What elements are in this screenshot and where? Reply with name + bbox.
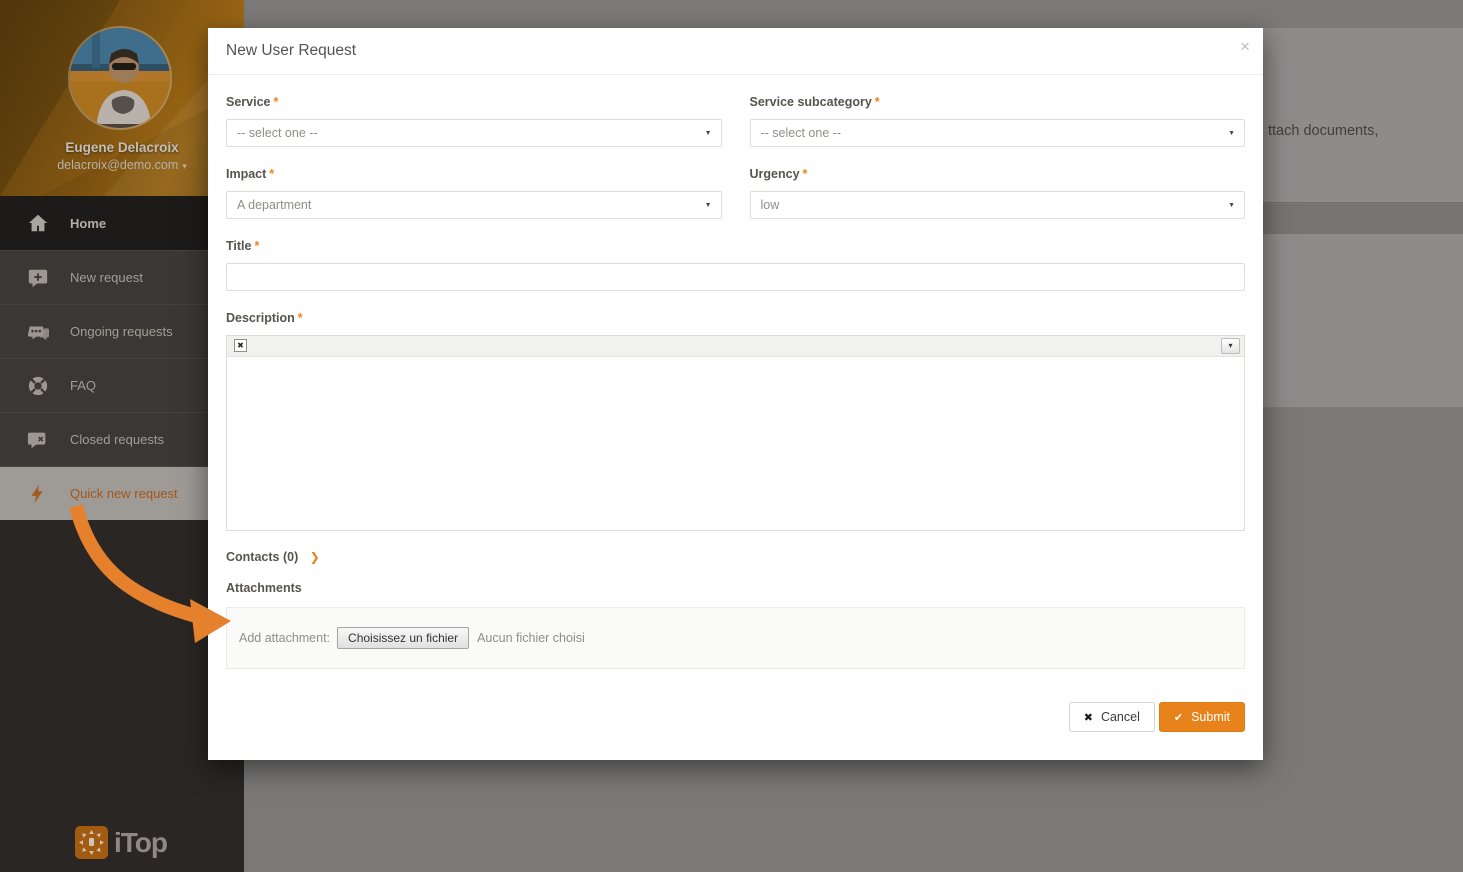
required-marker: * — [298, 311, 303, 325]
contacts-label: Contacts — [226, 550, 279, 564]
contacts-toggle[interactable]: Contacts (0) ❯ — [226, 550, 1245, 564]
modal-header: New User Request × — [208, 28, 1263, 75]
editor-toolbar: ✖ ▾ — [227, 336, 1244, 357]
attachments-label: Attachments — [226, 581, 1245, 595]
dropdown-caret-icon: ▼ — [1228, 130, 1235, 137]
dropdown-caret-icon: ▼ — [1228, 202, 1235, 209]
cancel-x-icon: ✖ — [1084, 711, 1093, 724]
cancel-button-label: Cancel — [1101, 710, 1140, 724]
submit-button-label: Submit — [1191, 710, 1230, 724]
submit-check-icon: ✔ — [1174, 711, 1183, 724]
chevron-down-icon: ▾ — [182, 161, 187, 171]
required-marker: * — [254, 239, 259, 253]
modal-title: New User Request — [226, 42, 356, 60]
required-marker: * — [269, 167, 274, 181]
service-subcategory-field-group: Service subcategory* -- select one -- ▼ — [750, 75, 1246, 147]
itop-logo-text: iTop — [114, 827, 167, 859]
title-label: Title* — [226, 239, 1245, 253]
description-label: Description* — [226, 311, 1245, 325]
background-partial-text: ttach documents, — [1268, 123, 1378, 139]
required-marker: * — [803, 167, 808, 181]
choose-file-button[interactable]: Choisissez un fichier — [337, 627, 469, 649]
collapse-toolbar-button[interactable]: ▾ — [1221, 338, 1240, 354]
user-email: delacroix@demo.com — [57, 158, 178, 172]
service-label: Service* — [226, 95, 722, 109]
impact-label: Impact* — [226, 167, 722, 181]
sidebar-item-label: Home — [70, 216, 106, 231]
impact-select[interactable]: A department ▼ — [226, 191, 722, 219]
service-subcategory-label: Service subcategory* — [750, 95, 1246, 109]
sidebar-item-label: Closed requests — [70, 432, 164, 447]
file-status-text: Aucun fichier choisi — [477, 631, 585, 645]
itop-logo: iTop — [75, 826, 167, 859]
required-marker: * — [875, 95, 880, 109]
service-select-value: -- select one -- — [237, 126, 318, 140]
urgency-label: Urgency* — [750, 167, 1246, 181]
dropdown-caret-icon: ▼ — [705, 202, 712, 209]
cancel-button[interactable]: ✖ Cancel — [1069, 702, 1155, 732]
title-input[interactable] — [226, 263, 1245, 291]
impact-select-value: A department — [237, 198, 311, 212]
description-editor: ✖ ▾ — [226, 335, 1245, 531]
urgency-select-value: low — [761, 198, 780, 212]
sidebar-item-label: New request — [70, 270, 143, 285]
urgency-field-group: Urgency* low ▼ — [750, 147, 1246, 219]
required-marker: * — [273, 95, 278, 109]
description-textarea[interactable] — [227, 357, 1244, 530]
service-select[interactable]: -- select one -- ▼ — [226, 119, 722, 147]
impact-field-group: Impact* A department ▼ — [226, 147, 722, 219]
service-subcategory-select-value: -- select one -- — [761, 126, 842, 140]
sidebar-item-label: Ongoing requests — [70, 324, 173, 339]
service-field-group: Service* -- select one -- ▼ — [226, 75, 722, 147]
service-subcategory-select[interactable]: -- select one -- ▼ — [750, 119, 1246, 147]
broken-image-icon: ✖ — [234, 339, 247, 352]
close-icon[interactable]: × — [1240, 38, 1250, 55]
comments-icon — [27, 321, 49, 343]
add-attachment-label: Add attachment: — [239, 631, 330, 645]
new-user-request-modal: New User Request × Service* -- select on… — [208, 28, 1263, 760]
contacts-count: (0) — [283, 550, 298, 564]
attachments-panel: Add attachment: Choisissez un fichier Au… — [226, 607, 1245, 669]
urgency-select[interactable]: low ▼ — [750, 191, 1246, 219]
submit-button[interactable]: ✔ Submit — [1159, 702, 1245, 732]
itop-logo-icon — [75, 826, 108, 859]
comment-close-icon — [27, 429, 49, 451]
life-ring-icon — [27, 375, 49, 397]
bolt-icon — [27, 483, 49, 505]
chevron-right-icon: ❯ — [310, 550, 320, 564]
home-icon — [27, 212, 49, 234]
comment-plus-icon — [27, 267, 49, 289]
avatar — [68, 26, 172, 130]
modal-body: Service* -- select one -- ▼ Service subc… — [208, 75, 1263, 732]
dropdown-caret-icon: ▼ — [705, 130, 712, 137]
modal-footer: ✖ Cancel ✔ Submit — [226, 702, 1245, 732]
sidebar-item-label: Quick new request — [70, 486, 178, 501]
sidebar-item-label: FAQ — [70, 378, 96, 393]
